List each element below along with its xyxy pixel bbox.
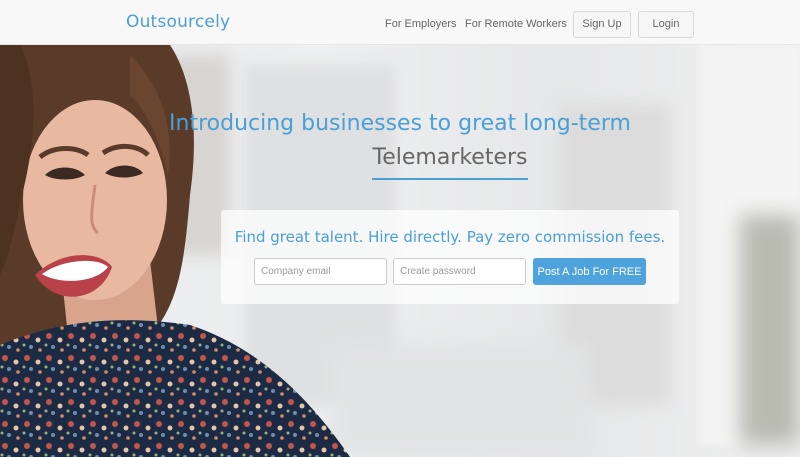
sign-up-button[interactable]: Sign Up — [573, 11, 631, 38]
top-navbar: Outsourcely For Employers For Remote Wor… — [0, 0, 800, 45]
nav-link-employers[interactable]: For Employers — [385, 18, 457, 30]
post-job-button[interactable]: Post A Job For FREE — [533, 258, 646, 285]
hero-headline: Introducing businesses to great long-ter… — [169, 111, 631, 136]
create-password-field[interactable] — [393, 258, 526, 285]
login-button[interactable]: Login — [638, 11, 694, 38]
role-underline — [372, 178, 528, 180]
brand-logo[interactable]: Outsourcely — [126, 12, 230, 32]
background-blur — [740, 215, 800, 445]
hero-section: Introducing businesses to great long-ter… — [0, 45, 800, 457]
background-blur — [330, 345, 590, 457]
panel-tagline: Find great talent. Hire directly. Pay ze… — [234, 228, 666, 246]
company-email-field[interactable] — [254, 258, 387, 285]
nav-link-remote-workers[interactable]: For Remote Workers — [465, 18, 567, 30]
signup-panel: Find great talent. Hire directly. Pay ze… — [221, 210, 679, 304]
hero-role: Telemarketers — [372, 145, 528, 170]
